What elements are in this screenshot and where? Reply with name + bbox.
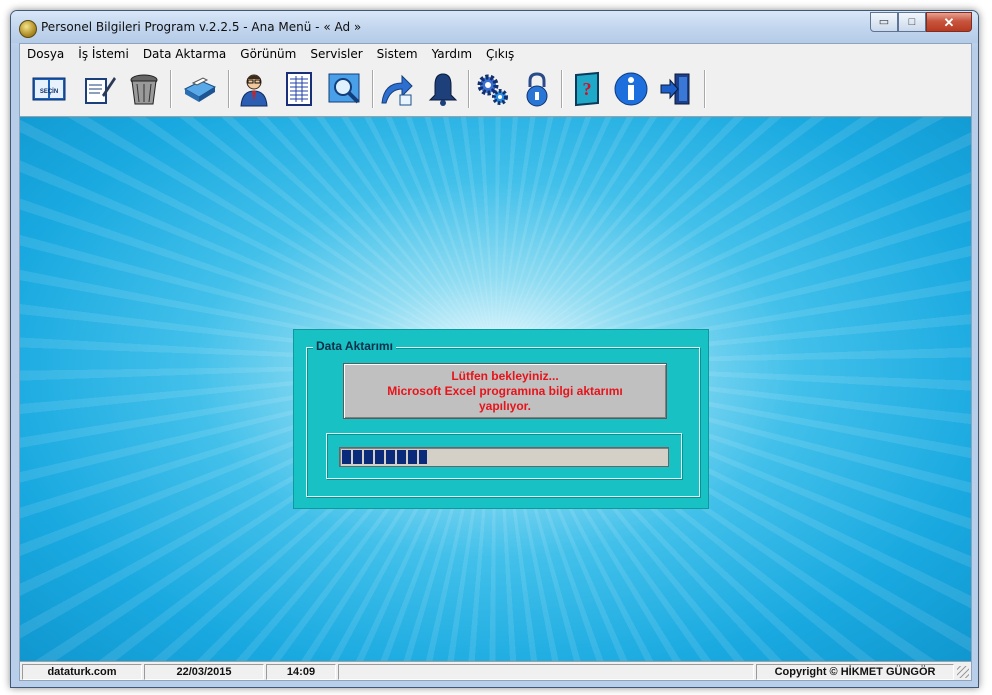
toolbar-print-button[interactable] [178,68,220,110]
status-time: 14:09 [266,664,336,680]
menu-servisler[interactable]: Servisler [303,47,369,61]
toolbar-settings-button[interactable] [472,68,514,110]
toolbar-separator [170,70,172,108]
toolbar-delete-button[interactable] [123,68,165,110]
toolbar-export-button[interactable] [375,68,417,110]
message-line-excel: Microsoft Excel programına bilgi aktarım… [387,383,623,398]
data-transfer-dialog: Data Aktarımı Lütfen bekleyiniz... Micro… [293,329,709,509]
document-edit-icon [85,77,116,104]
toolbar-separator [372,70,374,108]
window-title: Personel Bilgileri Program v.2.2.5 - Ana… [41,20,362,34]
dialog-title: Data Aktarımı [313,339,396,353]
exit-icon [660,73,690,105]
toolbar-separator [228,70,230,108]
status-date: 22/03/2015 [144,664,264,680]
dialog-group: Data Aktarımı Lütfen bekleyiniz... Micro… [306,339,700,497]
menu-gorunum[interactable]: Görünüm [233,47,303,61]
help-book-icon: ? [575,71,599,107]
desktop-background: Data Aktarımı Lütfen bekleyiniz... Micro… [20,117,971,666]
app-logo-icon [19,20,37,38]
menu-cikis[interactable]: Çıkış [479,47,521,61]
user-icon [240,74,268,107]
toolbar-search-button[interactable] [324,68,366,110]
client-area: Dosya İş İstemi Data Aktarma Görünüm Ser… [19,43,972,681]
caption-buttons: ▭ □ ✕ [870,12,972,32]
menu-dosya[interactable]: Dosya [20,47,71,61]
message-line-progress: yapılıyor. [478,398,532,413]
trash-icon [130,74,158,105]
report-icon [286,72,312,106]
menu-bar: Dosya İş İstemi Data Aktarma Görünüm Ser… [20,44,971,64]
toolbar-open-button[interactable]: SEÇİN [28,68,70,110]
toolbar-separator [468,70,470,108]
status-message: Lütfen bekleyiniz... Microsoft Excel pro… [343,363,667,419]
menu-is-istemi[interactable]: İş İstemi [71,47,136,61]
book-icon: SEÇİN [32,77,66,101]
main-window: Personel Bilgileri Program v.2.2.5 - Ana… [10,10,979,688]
status-copyright: Copyright © HİKMET GÜNGÖR [756,664,954,680]
progress-bar-fill [342,450,428,464]
title-bar[interactable]: Personel Bilgileri Program v.2.2.5 - Ana… [11,11,978,43]
lock-icon [526,72,548,107]
toolbar-separator [704,70,706,108]
menu-sistem[interactable]: Sistem [370,47,425,61]
toolbar-security-button[interactable] [516,68,558,110]
toolbar-alarm-button[interactable] [422,68,464,110]
info-icon [614,72,648,106]
export-arrow-icon [381,74,413,106]
status-bar: dataturk.com 22/03/2015 14:09 Copyright … [20,661,971,680]
menu-data-aktarma[interactable]: Data Aktarma [136,47,233,61]
book-icon-label: SEÇİN [40,88,58,95]
toolbar: SEÇİN ? [20,64,971,117]
resize-grip[interactable] [957,666,969,678]
status-message-panel [338,664,754,680]
toolbar-personnel-button[interactable] [233,68,275,110]
toolbar-help-button[interactable]: ? [566,68,608,110]
toolbar-exit-button[interactable] [655,68,697,110]
menu-yardim[interactable]: Yardım [425,47,479,61]
toolbar-report-button[interactable] [278,68,320,110]
status-site: dataturk.com [22,664,142,680]
minimize-button[interactable]: ▭ [870,12,898,32]
printer-icon [183,77,217,102]
close-button[interactable]: ✕ [926,12,972,32]
svg-text:?: ? [583,79,592,99]
toolbar-edit-button[interactable] [77,68,119,110]
toolbar-info-button[interactable] [610,68,652,110]
maximize-button[interactable]: □ [898,12,926,32]
toolbar-separator [561,70,563,108]
bell-icon [428,73,458,106]
progress-bar [339,447,669,467]
message-line-wait: Lütfen bekleyiniz... [451,368,559,383]
search-icon [328,73,360,104]
gear-icon [477,74,508,105]
progress-frame [326,433,682,479]
